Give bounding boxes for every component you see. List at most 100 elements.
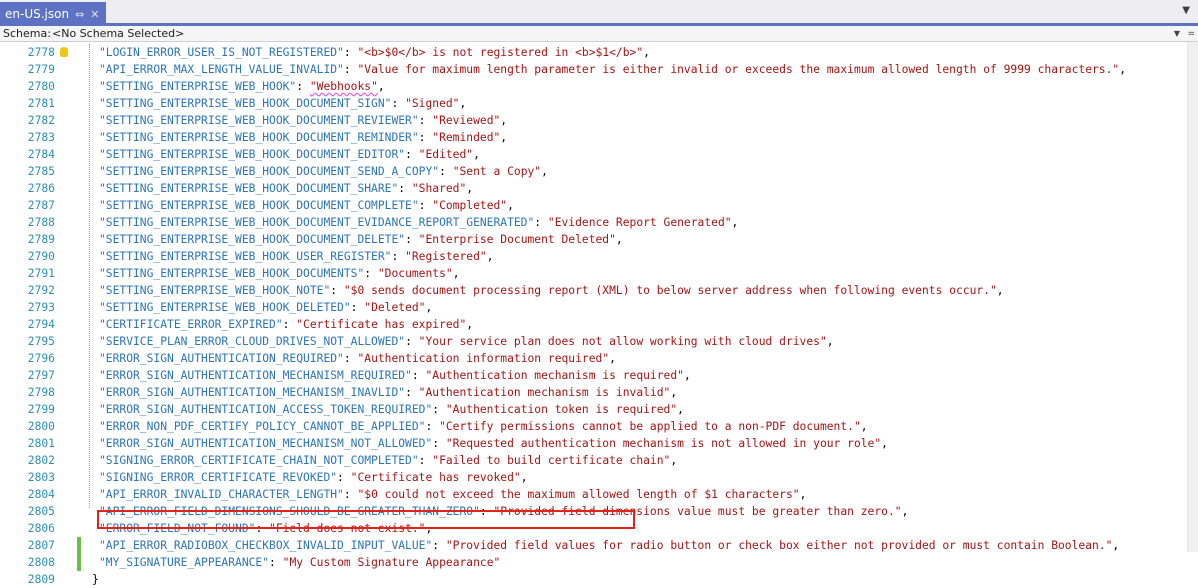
line-number: 2791 (27, 267, 55, 280)
json-comma: , (731, 216, 739, 229)
json-entry: "API_ERROR_MAX_LENGTH_VALUE_INVALID": "V… (99, 61, 1126, 78)
schema-select-value: <No Schema Selected> (52, 27, 185, 40)
schema-dropdown-icon[interactable]: ▼ (1174, 26, 1180, 42)
line-number: 2796 (27, 352, 55, 365)
json-key: "SETTING_ENTERPRISE_WEB_HOOK_DOCUMENT_CO… (99, 199, 419, 212)
json-value: "Authentication token is required" (445, 403, 678, 416)
json-key: "SIGNING_ERROR_CERTIFICATE_REVOKED" (99, 471, 338, 484)
tab-list-dropdown-icon[interactable]: ▼ (1182, 5, 1190, 16)
json-entry: "CERTIFICATE_ERROR_EXPIRED": "Certificat… (99, 316, 473, 333)
close-icon[interactable]: ✕ (90, 8, 99, 21)
closing-brace: } (92, 573, 99, 586)
line-number: 2798 (27, 386, 55, 399)
schema-bar: Schema: <No Schema Selected> ▼ = (0, 26, 1198, 42)
json-value: "Sent a Copy" (452, 165, 542, 178)
json-entry: "ERROR_SIGN_AUTHENTICATION_REQUIRED": "A… (99, 350, 616, 367)
schema-select[interactable]: <No Schema Selected> (52, 26, 1178, 41)
code-line[interactable]: 2793 "SETTING_ENTERPRISE_WEB_HOOK_DELETED… (0, 299, 1188, 316)
code-line[interactable]: 2808 "MY_SIGNATURE_APPEARANCE": "My Custo… (0, 554, 1188, 571)
json-comma: , (459, 97, 467, 110)
json-colon: : (432, 437, 446, 450)
code-line[interactable]: 2786 "SETTING_ENTERPRISE_WEB_HOOK_DOCUMEN… (0, 180, 1188, 197)
json-entry: "SETTING_ENTERPRISE_WEB_HOOK_DOCUMENTS":… (99, 265, 460, 282)
json-colon: : (350, 301, 365, 314)
json-value: "Certificate has expired" (296, 318, 467, 331)
json-colon: : (364, 267, 378, 280)
code-line[interactable]: 2784 "SETTING_ENTERPRISE_WEB_HOOK_DOCUMEN… (0, 146, 1188, 163)
code-line[interactable]: 2778 "LOGIN_ERROR_USER_IS_NOT_REGISTERED"… (0, 44, 1188, 61)
json-colon: : (343, 488, 358, 501)
code-line[interactable]: 2781 "SETTING_ENTERPRISE_WEB_HOOK_DOCUMEN… (0, 95, 1188, 112)
code-line[interactable]: 2809} (0, 571, 1188, 588)
json-value: "Your service plan does not allow workin… (418, 335, 827, 348)
json-entry: "ERROR_NON_PDF_CERTIFY_POLICY_CANNOT_BE_… (99, 418, 868, 435)
json-key: "ERROR_SIGN_AUTHENTICATION_MECHANISM_REQ… (99, 369, 412, 382)
json-colon: : (439, 165, 453, 178)
vertical-scrollbar[interactable] (1187, 42, 1198, 552)
line-number: 2809 (27, 573, 55, 586)
json-comma: , (615, 233, 623, 246)
json-comma: , (860, 420, 868, 433)
json-key: "SETTING_ENTERPRISE_WEB_HOOK_DOCUMENT_RE… (99, 114, 419, 127)
line-number: 2788 (27, 216, 55, 229)
code-line[interactable]: 2794 "CERTIFICATE_ERROR_EXPIRED": "Certif… (0, 316, 1188, 333)
json-entry: "ERROR_SIGN_AUTHENTICATION_MECHANISM_REQ… (99, 367, 691, 384)
code-line[interactable]: 2804 "API_ERROR_INVALID_CHARACTER_LENGTH"… (0, 486, 1188, 503)
json-value: "Value for maximum length parameter is e… (357, 63, 1120, 76)
json-key: "API_ERROR_MAX_LENGTH_VALUE_INVALID" (99, 63, 344, 76)
json-value: "Certificate has revoked" (350, 471, 521, 484)
code-line[interactable]: 2779 "API_ERROR_MAX_LENGTH_VALUE_INVALID"… (0, 61, 1188, 78)
json-key: "SETTING_ENTERPRISE_WEB_HOOK_NOTE" (99, 284, 331, 297)
code-line[interactable]: 2788 "SETTING_ENTERPRISE_WEB_HOOK_DOCUMEN… (0, 214, 1188, 231)
code-editor[interactable]: 2778 "LOGIN_ERROR_USER_IS_NOT_REGISTERED"… (0, 44, 1188, 586)
json-entry: "SETTING_ENTERPRISE_WEB_HOOK_DOCUMENT_SI… (99, 95, 466, 112)
json-key: "SETTING_ENTERPRISE_WEB_HOOK_DOCUMENT_SH… (99, 182, 399, 195)
json-comma: , (1112, 539, 1120, 552)
json-colon: : (391, 97, 406, 110)
json-entry: "API_ERROR_RADIOBOX_CHECKBOX_INVALID_INP… (99, 537, 1119, 554)
json-value: "Certify permissions cannot be applied t… (439, 420, 861, 433)
code-line[interactable]: 2780 "SETTING_ENTERPRISE_WEB_HOOK": "Webh… (0, 78, 1188, 95)
line-number: 2787 (27, 199, 55, 212)
json-key: "MY_SIGNATURE_APPEARANCE" (99, 556, 270, 569)
json-entry: "SETTING_ENTERPRISE_WEB_HOOK_DOCUMENT_RE… (99, 112, 507, 129)
json-key: "SETTING_ENTERPRISE_WEB_HOOK_DOCUMENT_DE… (99, 233, 406, 246)
code-line[interactable]: 2783 "SETTING_ENTERPRISE_WEB_HOOK_DOCUMEN… (0, 129, 1188, 146)
json-value: "Authentication information required" (357, 352, 610, 365)
pin-icon[interactable]: ⇔ (75, 8, 84, 21)
code-line[interactable]: 2787 "SETTING_ENTERPRISE_WEB_HOOK_DOCUMEN… (0, 197, 1188, 214)
json-key: "SETTING_ENTERPRISE_WEB_HOOK_DOCUMENT_RE… (99, 131, 419, 144)
code-line[interactable]: 2792 "SETTING_ENTERPRISE_WEB_HOOK_NOTE": … (0, 282, 1188, 299)
code-line[interactable]: 2791 "SETTING_ENTERPRISE_WEB_HOOK_DOCUMEN… (0, 265, 1188, 282)
code-line[interactable]: 2795 "SERVICE_PLAN_ERROR_CLOUD_DRIVES_NOT… (0, 333, 1188, 350)
code-line[interactable]: 2802 "SIGNING_ERROR_CERTIFICATE_CHAIN_NOT… (0, 452, 1188, 469)
lightbulb-icon[interactable] (60, 47, 68, 57)
json-key: "ERROR_SIGN_AUTHENTICATION_MECHANISM_INA… (99, 386, 406, 399)
json-value: "Reminded" (432, 131, 501, 144)
code-line[interactable]: 2790 "SETTING_ENTERPRISE_WEB_HOOK_USER_RE… (0, 248, 1188, 265)
split-icon[interactable]: = (1187, 26, 1195, 42)
line-number: 2778 (27, 46, 55, 59)
code-line[interactable]: 2800 "ERROR_NON_PDF_CERTIFY_POLICY_CANNOT… (0, 418, 1188, 435)
json-colon: : (343, 46, 358, 59)
line-number: 2797 (27, 369, 55, 382)
code-line[interactable]: 2785 "SETTING_ENTERPRISE_WEB_HOOK_DOCUMEN… (0, 163, 1188, 180)
json-key: "ERROR_NON_PDF_CERTIFY_POLICY_CANNOT_BE_… (99, 420, 426, 433)
json-comma: , (520, 471, 528, 484)
code-line[interactable]: 2796 "ERROR_SIGN_AUTHENTICATION_REQUIRED"… (0, 350, 1188, 367)
code-line[interactable]: 2807 "API_ERROR_RADIOBOX_CHECKBOX_INVALID… (0, 537, 1188, 554)
code-line[interactable]: 2803 "SIGNING_ERROR_CERTIFICATE_REVOKED":… (0, 469, 1188, 486)
code-line[interactable]: 2798 "ERROR_SIGN_AUTHENTICATION_MECHANISM… (0, 384, 1188, 401)
code-line[interactable]: 2782 "SETTING_ENTERPRISE_WEB_HOOK_DOCUMEN… (0, 112, 1188, 129)
json-key: "LOGIN_ERROR_USER_IS_NOT_REGISTERED" (99, 46, 344, 59)
code-line[interactable]: 2789 "SETTING_ENTERPRISE_WEB_HOOK_DOCUMEN… (0, 231, 1188, 248)
line-number: 2793 (27, 301, 55, 314)
code-line[interactable]: 2801 "ERROR_SIGN_AUTHENTICATION_MECHANISM… (0, 435, 1188, 452)
json-key: "SETTING_ENTERPRISE_WEB_HOOK_DOCUMENT_EV… (99, 216, 535, 229)
json-comma: , (500, 131, 508, 144)
code-line[interactable]: 2797 "ERROR_SIGN_AUTHENTICATION_MECHANISM… (0, 367, 1188, 384)
line-number: 2802 (27, 454, 55, 467)
code-line[interactable]: 2799 "ERROR_SIGN_AUTHENTICATION_ACCESS_TO… (0, 401, 1188, 418)
json-key: "SETTING_ENTERPRISE_WEB_HOOK" (99, 80, 297, 93)
json-colon: : (418, 199, 433, 212)
